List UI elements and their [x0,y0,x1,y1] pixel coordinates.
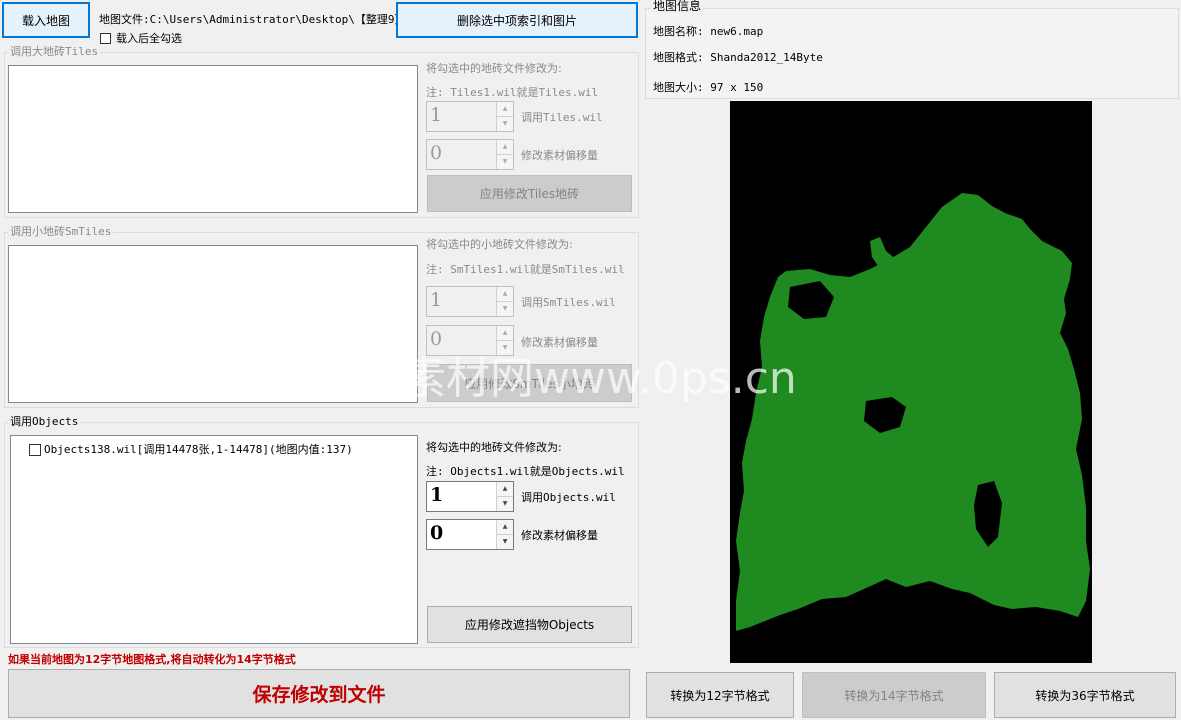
spin-down-icon[interactable]: ▼ [497,496,513,511]
spin-down-icon[interactable]: ▼ [497,534,513,549]
spin-up-icon[interactable]: ▲ [497,520,513,535]
apply-tiles-button[interactable]: 应用修改Tiles地砖 [427,175,632,212]
map-info-legend: 地图信息 [651,0,704,13]
tiles-modify-label: 将勾选中的地砖文件修改为: [426,62,562,75]
objects-item-label: Objects138.wil[调用14478张,1-14478](地图内值:13… [44,443,353,456]
spin-down-icon[interactable]: ▼ [497,301,513,316]
tiles-offset-label: 修改素材偏移量 [521,149,598,162]
map-preview[interactable] [730,101,1092,663]
objects-index-stepper[interactable]: 1 ▲ ▼ [426,481,514,512]
spin-up-icon[interactable]: ▲ [497,326,513,341]
tiles-index-stepper[interactable]: 1 ▲ ▼ [426,101,514,132]
objects-item-checkbox[interactable] [29,443,41,456]
smtiles-list[interactable] [8,245,418,403]
tiles-offset-stepper[interactable]: 0 ▲ ▼ [426,139,514,170]
smtiles-offset-stepper[interactable]: 0 ▲ ▼ [426,325,514,356]
spin-up-icon[interactable]: ▲ [497,287,513,302]
smtiles-offset-value: 0 [430,328,443,350]
spin-up-icon[interactable]: ▲ [497,482,513,497]
format-warning: 如果当前地图为12字节地图格式,将自动转化为14字节格式 [8,653,296,666]
smtiles-index-label: 调用SmTiles.wil [521,296,616,309]
tiles-offset-value: 0 [430,142,443,164]
objects-group-legend: 调用Objects [8,415,81,428]
map-file-path: 地图文件:C:\Users\Administrator\Desktop\【整理9… [99,13,413,26]
tiles-index-value: 1 [430,104,443,126]
spin-up-icon[interactable]: ▲ [497,140,513,155]
objects-index-value: 1 [430,484,444,506]
convert-12byte-button[interactable]: 转换为12字节格式 [646,672,794,718]
select-all-label: 载入后全勾选 [116,32,182,45]
spin-up-icon[interactable]: ▲ [497,102,513,117]
objects-list[interactable]: Objects138.wil[调用14478张,1-14478](地图内值:13… [10,435,418,644]
smtiles-note: 注: SmTiles1.wil就是SmTiles.wil [426,263,625,276]
list-item[interactable]: Objects138.wil[调用14478张,1-14478](地图内值:13… [29,443,353,456]
smtiles-offset-label: 修改素材偏移量 [521,336,598,349]
spin-down-icon[interactable]: ▼ [497,116,513,131]
save-to-file-button[interactable]: 保存修改到文件 [8,669,630,718]
objects-offset-stepper[interactable]: 0 ▲ ▼ [426,519,514,550]
smtiles-modify-label: 将勾选中的小地砖文件修改为: [426,238,573,251]
smtiles-group-legend: 调用小地砖SmTiles [8,225,114,238]
spin-down-icon[interactable]: ▼ [497,154,513,169]
smtiles-index-stepper[interactable]: 1 ▲ ▼ [426,286,514,317]
tiles-list[interactable] [8,65,418,213]
objects-offset-label: 修改素材偏移量 [521,529,598,542]
tiles-index-label: 调用Tiles.wil [521,111,603,124]
map-size: 地图大小: 97 x 150 [653,81,764,94]
map-preview-canvas [730,101,1092,663]
apply-smtiles-button[interactable]: 应用修改SmTiles小地砖 [427,364,632,402]
convert-36byte-button[interactable]: 转换为36字节格式 [994,672,1176,718]
map-format: 地图格式: Shanda2012_14Byte [653,51,823,64]
tiles-group-legend: 调用大地砖Tiles [8,45,101,58]
objects-modify-label: 将勾选中的地砖文件修改为: [426,441,562,454]
apply-objects-button[interactable]: 应用修改遮挡物Objects [427,606,632,643]
spin-down-icon[interactable]: ▼ [497,340,513,355]
objects-note: 注: Objects1.wil就是Objects.wil [426,465,625,478]
load-map-button[interactable]: 载入地图 [2,2,90,38]
tiles-note: 注: Tiles1.wil就是Tiles.wil [426,86,599,99]
select-all-checkbox[interactable] [100,33,111,44]
objects-index-label: 调用Objects.wil [521,491,616,504]
smtiles-index-value: 1 [430,289,443,311]
delete-selected-button[interactable]: 删除选中项索引和图片 [396,2,638,38]
map-name: 地图名称: new6.map [653,25,764,38]
convert-14byte-button[interactable]: 转换为14字节格式 [802,672,986,718]
objects-offset-value: 0 [430,522,444,544]
